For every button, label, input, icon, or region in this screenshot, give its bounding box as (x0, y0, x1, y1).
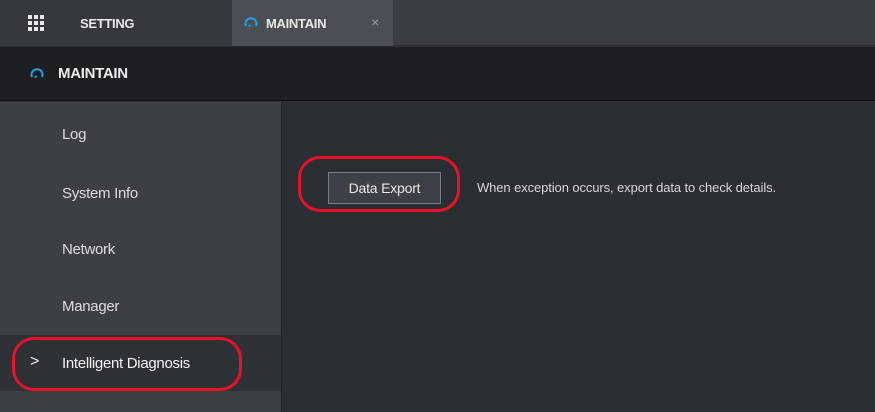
grid-icon (28, 15, 44, 31)
tab-maintain-label: MAINTAIN (266, 15, 327, 31)
sidebar-item-log[interactable]: Log (0, 106, 281, 162)
sidebar: Log System Info Network Manager > Intell… (0, 102, 282, 412)
sidebar-item-network[interactable]: Network (0, 221, 281, 277)
page-title: MAINTAIN (58, 65, 128, 82)
gauge-icon (30, 67, 44, 78)
sidebar-item-label: Log (62, 125, 87, 143)
tab-setting-label: SETTING (80, 15, 135, 31)
sidebar-item-label: Network (62, 240, 115, 258)
close-icon[interactable]: × (371, 14, 379, 30)
sidebar-item-label: Manager (62, 297, 120, 315)
export-description: When exception occurs, export data to ch… (477, 180, 777, 195)
sidebar-item-manager[interactable]: Manager (0, 278, 281, 334)
tab-setting[interactable]: SETTING (0, 0, 232, 46)
sidebar-item-label: System Info (62, 184, 138, 202)
page-title-bar: MAINTAIN (0, 47, 875, 101)
tab-maintain[interactable]: MAINTAIN × (232, 0, 393, 46)
data-export-button[interactable]: Data Export (328, 172, 441, 204)
main-panel: Data Export When exception occurs, expor… (283, 102, 875, 412)
sidebar-item-system-info[interactable]: System Info (0, 165, 281, 221)
gauge-icon (244, 17, 258, 28)
sidebar-item-intelligent-diagnosis[interactable]: > Intelligent Diagnosis (0, 335, 281, 391)
sidebar-item-label: Intelligent Diagnosis (62, 354, 190, 372)
chevron-right-icon: > (30, 353, 40, 370)
tab-bar: SETTING MAINTAIN × (0, 0, 875, 46)
